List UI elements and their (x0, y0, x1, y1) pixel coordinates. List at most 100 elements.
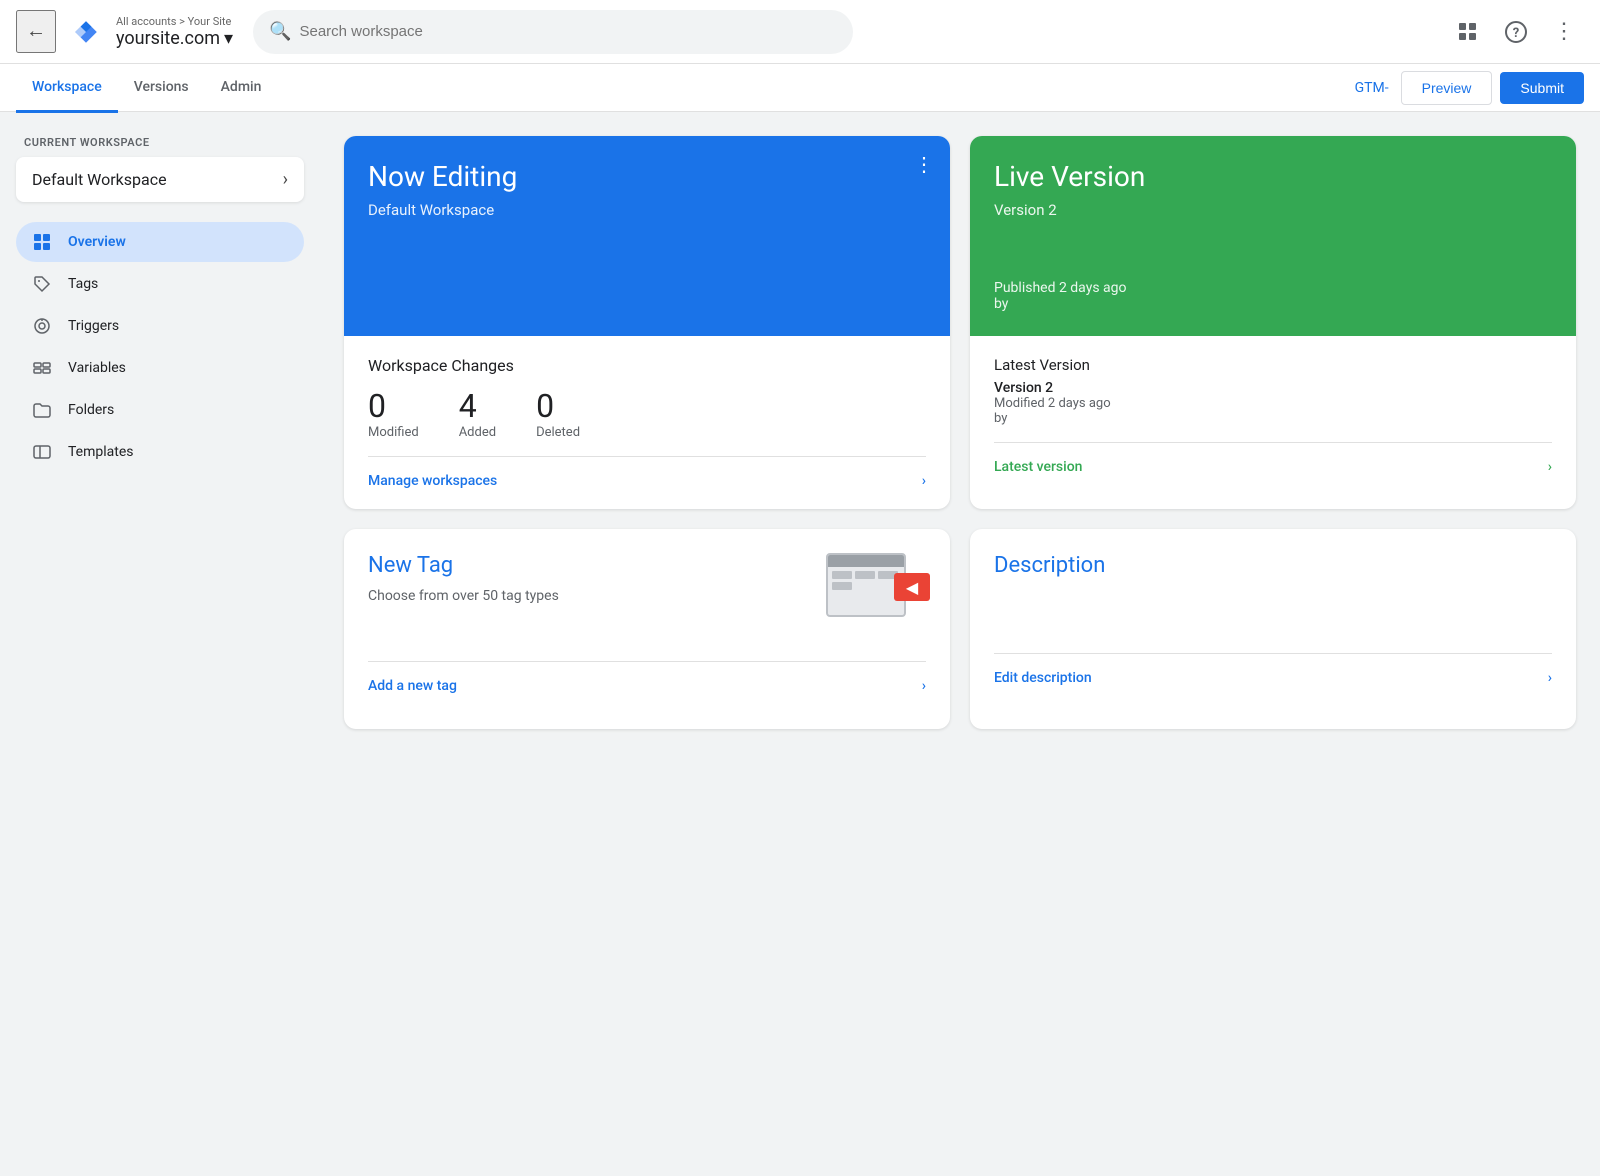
sidebar-item-label: Triggers (68, 318, 119, 334)
site-name[interactable]: yoursite.com ▾ (116, 28, 233, 49)
live-version-subtitle: Version 2 (994, 201, 1552, 219)
edit-description-link[interactable]: Edit description › (994, 653, 1552, 686)
new-tag-illustration: ◀ (826, 553, 926, 633)
dropdown-arrow-icon: ▾ (224, 28, 233, 49)
sidebar-item-folders[interactable]: Folders (16, 390, 304, 430)
tags-icon (32, 274, 52, 294)
tab-versions[interactable]: Versions (118, 65, 205, 113)
submit-button[interactable]: Submit (1500, 72, 1584, 104)
variables-icon (32, 358, 52, 378)
new-tag-title: New Tag (368, 553, 559, 578)
back-button[interactable]: ← (16, 10, 56, 53)
gtm-id: GTM- (1355, 80, 1389, 96)
added-label: Added (459, 425, 496, 440)
latest-version-link[interactable]: Latest version › (994, 442, 1552, 475)
changes-title: Workspace Changes (368, 356, 926, 375)
sidebar-item-templates[interactable]: Templates (16, 432, 304, 472)
top-icons: ? ⋮ (1448, 12, 1584, 52)
description-card: Description Edit description › (970, 529, 1576, 729)
modified-count: 0 (368, 387, 419, 425)
tag-arrow-icon: ◀ (894, 573, 930, 601)
search-input[interactable] (299, 23, 837, 40)
workspace-selector[interactable]: Default Workspace › (16, 157, 304, 202)
sidebar-item-variables[interactable]: Variables (16, 348, 304, 388)
sidebar-item-label: Variables (68, 360, 126, 376)
sidebar-item-overview[interactable]: Overview (16, 222, 304, 262)
current-workspace-label: CURRENT WORKSPACE (8, 128, 312, 153)
now-editing-card: Now Editing Default Workspace ⋮ Workspac… (344, 136, 950, 509)
sidebar: CURRENT WORKSPACE Default Workspace › Ov… (0, 112, 320, 1176)
top-bar: ← All accounts > Your Site yoursite.com … (0, 0, 1600, 64)
latest-version-date: Modified 2 days ago by (994, 396, 1552, 426)
preview-button[interactable]: Preview (1401, 71, 1493, 105)
now-editing-body: Workspace Changes 0 Modified 4 Added 0 D (344, 336, 950, 509)
templates-icon (32, 442, 52, 462)
main-content: Now Editing Default Workspace ⋮ Workspac… (320, 112, 1600, 1176)
manage-workspaces-text: Manage workspaces (368, 473, 497, 489)
live-version-header: Live Version Version 2 Published 2 days … (970, 136, 1576, 336)
now-editing-subtitle: Default Workspace (368, 201, 926, 219)
now-editing-title: Now Editing (368, 160, 926, 193)
workspace-arrow-icon: › (283, 169, 288, 190)
edit-description-arrow-icon: › (1548, 670, 1552, 686)
now-editing-menu-button[interactable]: ⋮ (914, 152, 934, 176)
published-text: Published 2 days ago (994, 280, 1126, 296)
deleted-count: 0 (536, 387, 580, 425)
latest-version-label: Latest Version (994, 356, 1552, 374)
nav-items: Overview Tags Triggers (8, 222, 312, 472)
sidebar-item-triggers[interactable]: Triggers (16, 306, 304, 346)
new-tag-subtitle: Choose from over 50 tag types (368, 586, 559, 607)
gtm-logo (68, 14, 104, 50)
help-button[interactable]: ? (1496, 12, 1536, 52)
live-version-body: Latest Version Version 2 Modified 2 days… (970, 336, 1576, 495)
grid-icon (1459, 23, 1477, 41)
triggers-icon (32, 316, 52, 336)
modified-count-item: 0 Modified (368, 387, 419, 440)
description-body: Description (970, 529, 1576, 649)
new-tag-text: New Tag Choose from over 50 tag types (368, 553, 559, 607)
site-info: All accounts > Your Site yoursite.com ▾ (116, 15, 233, 49)
added-count: 4 (459, 387, 496, 425)
published-by: by (994, 296, 1008, 312)
description-title: Description (994, 553, 1552, 578)
add-new-tag-link[interactable]: Add a new tag › (368, 661, 926, 694)
more-icon: ⋮ (1553, 19, 1575, 44)
more-menu-button[interactable]: ⋮ (1544, 12, 1584, 52)
overview-icon (32, 232, 52, 252)
grid-menu-button[interactable] (1448, 12, 1488, 52)
manage-workspaces-arrow-icon: › (922, 473, 926, 489)
breadcrumb: All accounts > Your Site (116, 15, 233, 28)
added-count-item: 4 Added (459, 387, 496, 440)
new-tag-footer: Add a new tag › (344, 661, 950, 714)
changes-row: 0 Modified 4 Added 0 Deleted (368, 387, 926, 440)
latest-version-arrow-icon: › (1548, 459, 1552, 475)
live-version-card: Live Version Version 2 Published 2 days … (970, 136, 1576, 509)
sidebar-item-tags[interactable]: Tags (16, 264, 304, 304)
latest-version-num: Version 2 (994, 380, 1552, 396)
new-tag-card: New Tag Choose from over 50 tag types (344, 529, 950, 729)
modified-label: Modified (368, 425, 419, 440)
manage-workspaces-link[interactable]: Manage workspaces › (368, 456, 926, 489)
folders-icon (32, 400, 52, 420)
live-version-title: Live Version (994, 160, 1552, 193)
main-layout: CURRENT WORKSPACE Default Workspace › Ov… (0, 112, 1600, 1176)
add-new-tag-text: Add a new tag (368, 678, 457, 694)
search-bar[interactable]: 🔍 (253, 10, 853, 54)
published-info: Published 2 days ago by (994, 280, 1126, 312)
sidebar-item-label: Templates (68, 444, 134, 460)
tab-workspace[interactable]: Workspace (16, 65, 118, 113)
now-editing-header: Now Editing Default Workspace ⋮ (344, 136, 950, 336)
tab-admin[interactable]: Admin (205, 65, 278, 113)
deleted-label: Deleted (536, 425, 580, 440)
edit-description-text: Edit description (994, 670, 1092, 686)
add-new-tag-arrow-icon: › (922, 678, 926, 694)
top-cards-row: Now Editing Default Workspace ⋮ Workspac… (344, 136, 1576, 509)
sidebar-item-label: Tags (68, 276, 98, 292)
svg-text:?: ? (1513, 26, 1519, 41)
help-icon: ? (1505, 21, 1527, 43)
deleted-count-item: 0 Deleted (536, 387, 580, 440)
workspace-name: Default Workspace (32, 170, 167, 189)
sidebar-item-label: Folders (68, 402, 114, 418)
nav-tabs: Workspace Versions Admin GTM- Preview Su… (0, 64, 1600, 112)
search-icon: 🔍 (269, 21, 291, 42)
